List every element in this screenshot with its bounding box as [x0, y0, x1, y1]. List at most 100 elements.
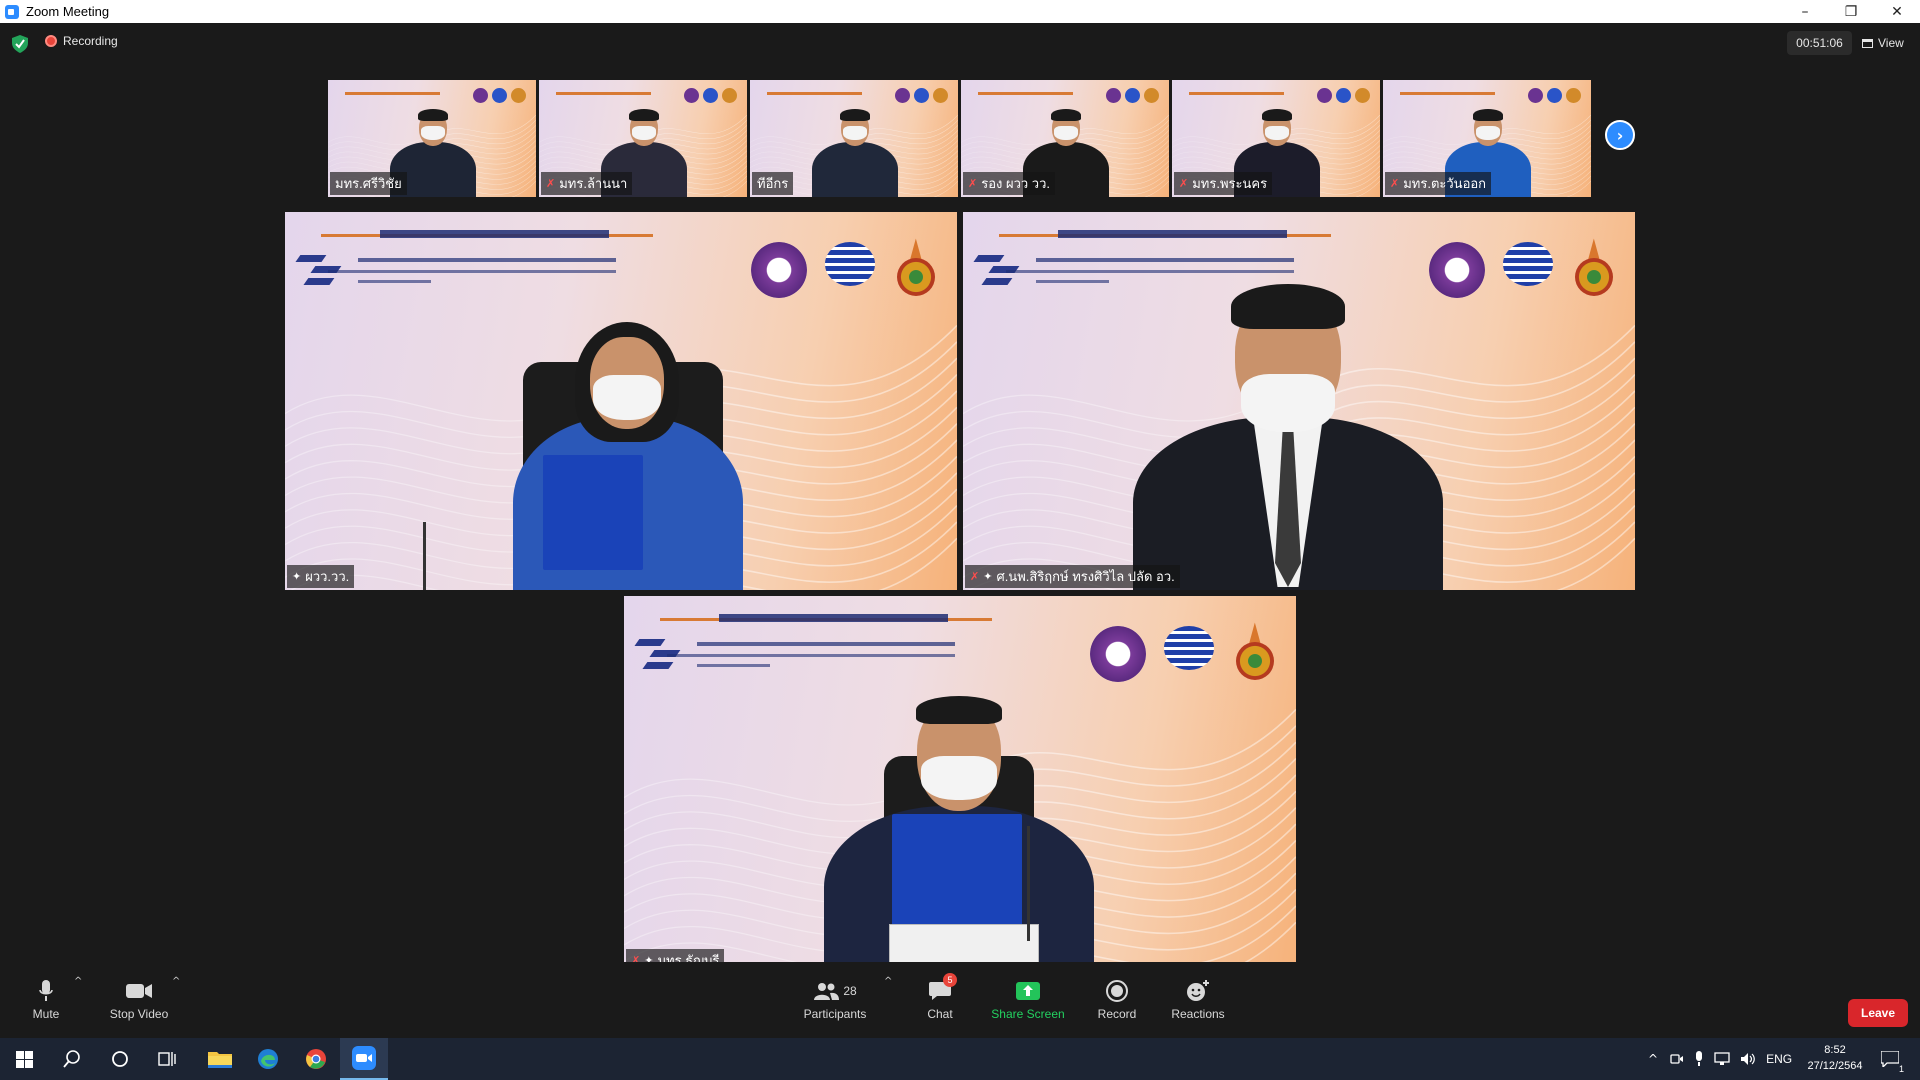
mute-label: Mute: [32, 1007, 60, 1021]
participant-hair: [1262, 109, 1292, 121]
stop-video-button[interactable]: Stop Video: [104, 962, 174, 1038]
participant-nameplate: ✗ มทร.ตะวันออก: [1385, 172, 1492, 195]
document-folder: [892, 814, 1022, 934]
participant-name: ผวว.วว.: [305, 569, 350, 584]
smiley-plus-icon: [1186, 979, 1210, 1003]
participant-hair: [418, 109, 448, 121]
face-mask: [1241, 374, 1335, 432]
next-page-chevron-icon[interactable]: ›: [1605, 120, 1635, 150]
muted-mic-icon: ✗: [970, 570, 980, 583]
meeting-area: Recording 00:51:06 View มทร.ศรีวิชัย ✗ มทร…: [0, 23, 1920, 1038]
banner-logos: [1316, 88, 1370, 104]
meeting-timer: 00:51:06: [1787, 31, 1852, 55]
banner-logos: [683, 88, 737, 104]
participant-name: รอง ผวว วว.: [981, 176, 1051, 191]
leave-button[interactable]: Leave: [1848, 999, 1908, 1027]
notification-center-icon[interactable]: 1: [1870, 1038, 1910, 1080]
banner-logos: [894, 88, 948, 104]
audio-options-caret-icon[interactable]: ^: [74, 976, 82, 987]
tray-overflow-chevron-icon[interactable]: ^: [1648, 1052, 1658, 1066]
face-mask: [1054, 126, 1078, 140]
participant-video-tile[interactable]: ✦ ผวว.วว.: [285, 212, 957, 590]
meeting-toolbar: Mute ^ Stop Video ^ 28 Participants ^ 5 …: [0, 962, 1920, 1038]
stop-video-label: Stop Video: [109, 1007, 169, 1021]
participant-hair: [629, 109, 659, 121]
participants-button[interactable]: 28 Participants: [799, 962, 871, 1038]
system-tray: ^ ENG: [1648, 1038, 1804, 1080]
zoom-taskbar-icon[interactable]: [340, 1038, 388, 1080]
record-label: Record: [1097, 1007, 1137, 1021]
participant-thumbnail[interactable]: ✗ มทร.ล้านนา: [539, 80, 747, 197]
taskbar-clock[interactable]: 8:52 27/12/2564: [1800, 1042, 1870, 1074]
clock-time: 8:52: [1824, 1044, 1846, 1056]
record-icon: [1106, 979, 1128, 1003]
participant-name: มทร.ล้านนา: [559, 176, 628, 191]
tray-microphone-icon[interactable]: [1694, 1051, 1704, 1067]
participant-nameplate: ✗ ✦ ศ.นพ.สิริฤกษ์ ทรงศิวิไล ปลัด อว.: [965, 565, 1180, 588]
participant-figure: [812, 142, 898, 197]
banner-logos: [472, 88, 526, 104]
close-window-button[interactable]: ✕: [1874, 0, 1920, 23]
participant-hair: [1051, 109, 1081, 121]
participant-thumbnail[interactable]: ✗ รอง ผวว วว.: [961, 80, 1169, 197]
zoom-app-icon: [5, 4, 19, 19]
cortana-icon[interactable]: [96, 1038, 144, 1080]
chrome-browser-icon[interactable]: [292, 1038, 340, 1080]
chat-label: Chat: [927, 1007, 953, 1021]
window-titlebar: Zoom Meeting – ❐ ✕: [0, 0, 1920, 23]
share-screen-button[interactable]: Share Screen: [990, 962, 1066, 1038]
chat-button[interactable]: 5 Chat: [916, 962, 964, 1038]
restore-button[interactable]: ❐: [1828, 0, 1874, 23]
desk-nameplate: [889, 924, 1039, 964]
record-button[interactable]: Record: [1092, 962, 1142, 1038]
participant-video-tile[interactable]: ✗ ✦ มทร.ธัญบุรี: [624, 596, 1296, 974]
recording-indicator[interactable]: Recording: [45, 34, 118, 48]
network-icon[interactable]: [1714, 1052, 1730, 1066]
video-options-caret-icon[interactable]: ^: [172, 976, 180, 987]
share-screen-icon: [1016, 979, 1040, 1003]
participant-thumbnail[interactable]: มทร.ศรีวิชัย: [328, 80, 536, 197]
face-mask: [593, 375, 661, 420]
minimize-button[interactable]: –: [1782, 0, 1828, 23]
edge-browser-icon[interactable]: [244, 1038, 292, 1080]
input-language[interactable]: ENG: [1766, 1052, 1792, 1066]
banner-decoration: [555, 84, 652, 95]
reactions-button[interactable]: Reactions: [1168, 962, 1228, 1038]
muted-mic-icon: ✗: [1390, 177, 1400, 190]
participant-nameplate: ✗ มทร.ล้านนา: [541, 172, 633, 195]
participant-thumbnail[interactable]: ✗ มทร.ตะวันออก: [1383, 80, 1591, 197]
participant-thumbnail[interactable]: ทีอีกร: [750, 80, 958, 197]
volume-icon[interactable]: [1740, 1052, 1756, 1066]
participant-nameplate: ✗ มทร.พระนคร: [1174, 172, 1273, 195]
participant-video-tile[interactable]: ✗ ✦ ศ.นพ.สิริฤกษ์ ทรงศิวิไล ปลัด อว.: [963, 212, 1635, 590]
pin-icon: ✦: [983, 570, 993, 583]
windows-start-icon[interactable]: [0, 1038, 48, 1080]
meet-now-icon[interactable]: [1670, 1052, 1684, 1066]
muted-mic-icon: ✗: [968, 177, 978, 190]
participant-nameplate: ทีอีกร: [752, 172, 794, 195]
mute-button[interactable]: Mute: [22, 962, 70, 1038]
share-screen-label: Share Screen: [991, 1007, 1065, 1021]
participant-video: [963, 212, 1635, 590]
encryption-shield-icon[interactable]: [12, 35, 28, 53]
participant-hair: [840, 109, 870, 121]
document-folder: [543, 455, 643, 570]
pin-icon: ✦: [292, 570, 302, 583]
face-mask: [1265, 126, 1289, 140]
banner-decoration: [1188, 84, 1285, 95]
task-view-icon[interactable]: [144, 1038, 192, 1080]
participants-icon: 28: [813, 979, 857, 1003]
participant-thumbnail[interactable]: ✗ มทร.พระนคร: [1172, 80, 1380, 197]
file-explorer-icon[interactable]: [196, 1038, 244, 1080]
search-icon[interactable]: [48, 1038, 96, 1080]
desk-microphone: [423, 522, 426, 590]
chat-bubble-icon: 5: [929, 973, 957, 1003]
participants-caret-icon[interactable]: ^: [884, 976, 892, 987]
participants-label: Participants: [803, 1007, 867, 1021]
face-mask: [421, 126, 445, 140]
participant-name: มทร.ตะวันออก: [1403, 176, 1487, 191]
banner-decoration: [1399, 84, 1496, 95]
banner-logos: [1527, 88, 1581, 104]
view-button[interactable]: View: [1862, 31, 1904, 55]
clock-date: 27/12/2564: [1807, 1060, 1863, 1072]
